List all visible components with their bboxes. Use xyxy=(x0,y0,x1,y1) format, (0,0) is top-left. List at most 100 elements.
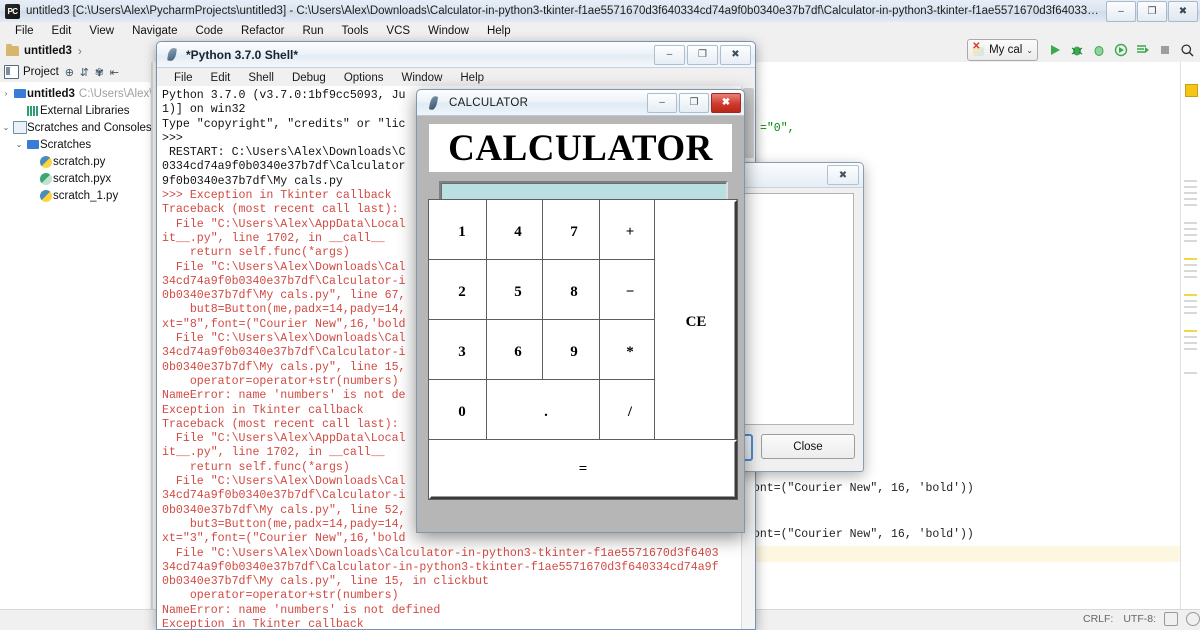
minimize-icon[interactable]: – xyxy=(647,92,677,113)
expand-arrow-icon[interactable]: ⌄ xyxy=(0,123,12,132)
hide-icon[interactable]: ⇤ xyxy=(107,65,122,80)
calc-button-3[interactable]: 3 xyxy=(429,320,495,385)
error-stripe-mark xyxy=(1184,342,1197,344)
folder-icon xyxy=(25,140,40,149)
pycharm-window-controls: – ❐ ✖ xyxy=(1105,0,1198,22)
calc-button-equals[interactable]: = xyxy=(429,440,737,499)
coverage-icon[interactable] xyxy=(1088,39,1110,61)
calc-button-6[interactable]: 6 xyxy=(487,320,549,385)
calc-button-0[interactable]: 0 xyxy=(429,380,495,445)
error-stripe-mark xyxy=(1184,240,1197,242)
editor-error-stripe[interactable] xyxy=(1180,62,1200,610)
calc-button-8[interactable]: 8 xyxy=(543,260,605,325)
menu-item-edit[interactable]: Edit xyxy=(43,24,81,38)
error-stripe-mark xyxy=(1184,234,1197,236)
close-button[interactable]: Close xyxy=(761,434,855,459)
shell-menu-item-window[interactable]: Window xyxy=(392,72,451,84)
collapse-all-icon[interactable]: ⇵ xyxy=(77,65,92,80)
menu-item-code[interactable]: Code xyxy=(186,24,232,38)
editor-gutter-divider xyxy=(152,62,153,610)
event-log-icon[interactable] xyxy=(1186,612,1200,626)
status-encoding[interactable]: UTF-8: xyxy=(1123,613,1156,625)
calculator-window-controls: – ❐ ✖ xyxy=(645,92,741,113)
calc-button-ce[interactable]: CE xyxy=(655,200,737,445)
run-configuration-selector[interactable]: My cal ⌄ xyxy=(967,39,1038,61)
expand-arrow-icon[interactable]: ⌄ xyxy=(13,140,25,149)
run-icon[interactable] xyxy=(1044,39,1066,61)
close-icon[interactable]: ✖ xyxy=(720,44,751,65)
breadcrumb-separator-icon: › xyxy=(77,44,82,58)
run-config-icon xyxy=(972,41,985,57)
shell-menu-item-options[interactable]: Options xyxy=(335,72,393,84)
calculator-window: CALCULATOR – ❐ ✖ CALCULATOR 1 4 7 +2 5 8− 3 6 9 *… xyxy=(416,89,745,533)
error-stripe-mark xyxy=(1184,270,1197,272)
shell-menu-item-shell[interactable]: Shell xyxy=(239,72,283,84)
shell-menu-item-help[interactable]: Help xyxy=(451,72,493,84)
shell-output-line: xt="3",font=("Courier New",16,'bold xyxy=(162,532,406,546)
close-icon[interactable]: ✖ xyxy=(1168,0,1198,22)
minimize-icon[interactable]: – xyxy=(654,44,685,65)
error-stripe-mark xyxy=(1184,330,1197,332)
menu-item-window[interactable]: Window xyxy=(419,24,478,38)
menu-item-vcs[interactable]: VCS xyxy=(377,24,419,38)
calc-button-4[interactable]: 4 xyxy=(487,200,549,265)
error-stripe-mark xyxy=(1184,264,1197,266)
project-panel-label[interactable]: Project xyxy=(23,66,59,78)
target-icon[interactable]: ⊕ xyxy=(62,65,77,80)
calc-button-divide[interactable]: / xyxy=(600,380,660,445)
debug-icon[interactable] xyxy=(1066,39,1088,61)
menu-item-help[interactable]: Help xyxy=(478,24,520,38)
tree-item-external-libraries[interactable]: External Libraries xyxy=(0,102,150,119)
tree-item-scratch-pyx[interactable]: scratch.pyx xyxy=(0,170,150,187)
error-stripe-mark xyxy=(1184,348,1197,350)
menu-item-view[interactable]: View xyxy=(80,24,123,38)
chevron-down-icon: ⌄ xyxy=(1026,45,1033,55)
breadcrumb-project-name[interactable]: untitled3 xyxy=(24,45,72,57)
pycharm-window-title: untitled3 [C:\Users\Alex\PycharmProjects… xyxy=(26,5,1105,17)
calc-button-1[interactable]: 1 xyxy=(429,200,495,265)
tree-item-scratches-and-consoles[interactable]: ⌄ Scratches and Consoles xyxy=(0,119,152,136)
shell-menu-item-edit[interactable]: Edit xyxy=(202,72,240,84)
calc-button-5[interactable]: 5 xyxy=(487,260,549,325)
calc-button-multiply[interactable]: * xyxy=(600,320,660,385)
status-line-separator[interactable]: CRLF: xyxy=(1083,613,1113,625)
shell-title-bar: *Python 3.7.0 Shell* – ❐ ✖ xyxy=(157,42,755,68)
calc-button-plus[interactable]: + xyxy=(600,200,660,265)
profile-icon[interactable] xyxy=(1110,39,1132,61)
calc-button-7[interactable]: 7 xyxy=(543,200,605,265)
calc-button-dot[interactable]: . xyxy=(487,380,605,445)
close-icon[interactable]: ✖ xyxy=(827,165,859,185)
tree-item-scratch-py[interactable]: scratch.py xyxy=(0,153,150,170)
maximize-icon[interactable]: ❐ xyxy=(679,92,709,113)
maximize-icon[interactable]: ❐ xyxy=(687,44,718,65)
menu-item-navigate[interactable]: Navigate xyxy=(123,24,186,38)
tree-item-untitled3[interactable]: › untitled3 C:\Users\Alex\P xyxy=(0,85,160,102)
lock-icon[interactable] xyxy=(1164,612,1178,626)
menu-item-run[interactable]: Run xyxy=(293,24,332,38)
tree-item-scratch-1-py[interactable]: scratch_1.py xyxy=(0,187,150,204)
shell-menu-item-debug[interactable]: Debug xyxy=(283,72,335,84)
shell-output-line: File "C:\Users\Alex\Downloads\Calculator… xyxy=(162,546,719,560)
calc-button-9[interactable]: 9 xyxy=(543,320,605,385)
calc-button-2[interactable]: 2 xyxy=(429,260,495,325)
shell-menu-item-file[interactable]: File xyxy=(165,72,202,84)
expand-arrow-icon[interactable]: › xyxy=(0,89,12,98)
calc-button-minus[interactable]: − xyxy=(600,260,660,325)
settings-icon[interactable]: ✾ xyxy=(92,65,107,80)
calculator-window-title: CALCULATOR xyxy=(449,96,529,109)
tree-item-scratches[interactable]: ⌄ Scratches xyxy=(0,136,150,153)
tree-item-label: Scratches and Consoles xyxy=(27,121,152,134)
tree-item-label: External Libraries xyxy=(40,104,130,117)
menu-item-file[interactable]: File xyxy=(6,24,43,38)
menu-item-tools[interactable]: Tools xyxy=(333,24,378,38)
editor-code-line: ont=("Courier New", 16, 'bold')) xyxy=(753,482,974,495)
maximize-icon[interactable]: ❐ xyxy=(1137,0,1167,22)
minimize-icon[interactable]: – xyxy=(1106,0,1136,22)
search-icon[interactable] xyxy=(1176,39,1198,61)
stop-icon[interactable] xyxy=(1154,39,1176,61)
pycharm-title-bar: PC untitled3 [C:\Users\Alex\PycharmProje… xyxy=(0,0,1200,23)
run-with-console-icon[interactable] xyxy=(1132,39,1154,61)
menu-item-refactor[interactable]: Refactor xyxy=(232,24,293,38)
scratch-root-icon xyxy=(12,121,27,134)
close-icon[interactable]: ✖ xyxy=(711,92,741,113)
